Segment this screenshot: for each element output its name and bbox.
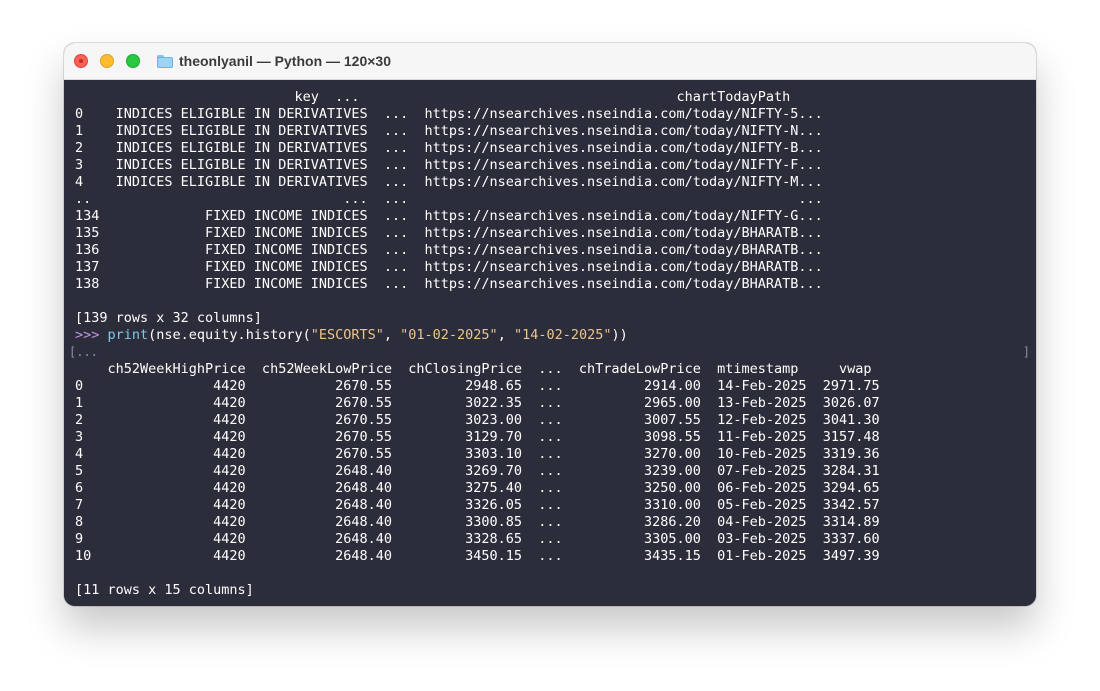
command-line: >>> print(nse.equity.history("ESCORTS", …	[75, 327, 628, 344]
terminal-output[interactable]: key ... chartTodayPath 0 INDICES ELIGIBL…	[64, 80, 1036, 606]
output-line: 3 INDICES ELIGIBLE IN DERIVATIVES ... ht…	[75, 157, 823, 173]
table-row: 2 4420 2670.55 3023.00 ... 3007.55 12-Fe…	[75, 412, 880, 428]
output-line: 4 INDICES ELIGIBLE IN DERIVATIVES ... ht…	[75, 174, 823, 190]
command-arg-symbol: "ESCORTS"	[310, 327, 384, 343]
close-button[interactable]	[74, 54, 88, 68]
command-separator: ,	[497, 327, 514, 343]
prompt: >>>	[75, 327, 108, 343]
title-bar[interactable]: theonlyanil — Python — 120×30	[64, 43, 1036, 80]
command-call: (nse.equity.history(	[148, 327, 311, 343]
table-summary: [11 rows x 15 columns]	[75, 582, 254, 598]
command-function: print	[107, 327, 149, 343]
output-line: 0 INDICES ELIGIBLE IN DERIVATIVES ... ht…	[75, 106, 823, 122]
table-header: ch52WeekHighPrice ch52WeekLowPrice chClo…	[75, 361, 872, 377]
output-line: key ... chartTodayPath	[75, 89, 791, 105]
command-separator: ,	[383, 327, 401, 343]
zoom-button[interactable]	[126, 54, 140, 68]
table-row: 9 4420 2648.40 3328.65 ... 3305.00 03-Fe…	[75, 531, 880, 547]
command-arg-end-date: "14-02-2025"	[513, 327, 612, 343]
output-line: .. ... ... ...	[75, 191, 823, 207]
output-line: [139 rows x 32 columns]	[75, 310, 262, 326]
output-line: 1 INDICES ELIGIBLE IN DERIVATIVES ... ht…	[75, 123, 823, 139]
output-line: 137 FIXED INCOME INDICES ... https://nse…	[75, 259, 823, 275]
command-arg-start-date: "01-02-2025"	[400, 327, 498, 343]
table-row: 6 4420 2648.40 3275.40 ... 3250.00 06-Fe…	[75, 480, 880, 496]
table-row: 5 4420 2648.40 3269.70 ... 3239.00 07-Fe…	[75, 463, 880, 479]
table-row: 1 4420 2670.55 3022.35 ... 2965.00 13-Fe…	[75, 395, 880, 411]
continuation-marker: [...	[69, 345, 98, 359]
table-row: 7 4420 2648.40 3326.05 ... 3310.00 05-Fe…	[75, 497, 880, 513]
table-row: 4 4420 2670.55 3303.10 ... 3270.00 10-Fe…	[75, 446, 880, 462]
output-line: 135 FIXED INCOME INDICES ... https://nse…	[75, 225, 823, 241]
command-close: ))	[611, 327, 628, 343]
output-line: 136 FIXED INCOME INDICES ... https://nse…	[75, 242, 823, 258]
output-line: 138 FIXED INCOME INDICES ... https://nse…	[75, 276, 823, 292]
table-row: 8 4420 2648.40 3300.85 ... 3286.20 04-Fe…	[75, 514, 880, 530]
output-line: 2 INDICES ELIGIBLE IN DERIVATIVES ... ht…	[75, 140, 823, 156]
continuation-end-marker: ]	[1022, 345, 1030, 359]
window-title-group: theonlyanil — Python — 120×30	[157, 52, 391, 70]
output-line: 134 FIXED INCOME INDICES ... https://nse…	[75, 208, 823, 224]
terminal-window: theonlyanil — Python — 120×30 key ... ch…	[64, 43, 1036, 606]
table-row: 3 4420 2670.55 3129.70 ... 3098.55 11-Fe…	[75, 429, 880, 445]
minimize-button[interactable]	[100, 54, 114, 68]
table-row: 0 4420 2670.55 2948.65 ... 2914.00 14-Fe…	[75, 378, 880, 394]
folder-icon	[157, 54, 173, 68]
table-row: 10 4420 2648.40 3450.15 ... 3435.15 01-F…	[75, 548, 880, 564]
window-title: theonlyanil — Python — 120×30	[179, 53, 392, 69]
